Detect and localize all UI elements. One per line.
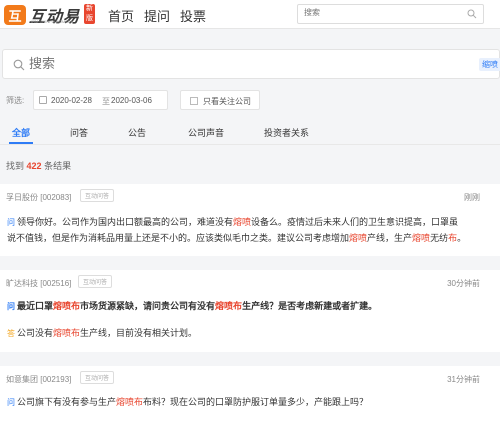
text-segment: 产线，生产 [367,233,413,243]
filter-row: 筛选: 2020-02-28 至 2020-03-06 只看关注公司 [0,89,500,111]
active-tab-indicator [9,142,33,144]
search-icon[interactable] [467,9,477,19]
search-keyword-tag[interactable]: 缩喷 [479,58,500,71]
list-item[interactable]: 旷达科技 [002516] 互动问答 30分钟前 问最近口罩熔喷布市场货源紧缺，… [0,270,500,352]
keyword-highlight: 熔喷布 [215,301,243,311]
logo-icon: 互 [4,5,26,25]
result-tabs: 全部 问答 公告 公司声音 投资者关系 [0,121,500,145]
text-segment: 。 [457,233,467,243]
card-type-tag: 互动问答 [78,275,113,288]
question-icon: 问 [7,398,15,407]
card-time: 30分钟前 [447,279,480,288]
result-count-number: 422 [26,161,42,171]
text-segment: 公司旗下有没有参与生产 [17,397,117,407]
text-segment: 无纺 [430,233,449,243]
text-segment: 说不值钱，但是作为消耗品用量上还是不小的。应该类似毛巾之类。建议公司考虑增加 [7,233,350,243]
tab-qa[interactable]: 问答 [70,126,88,139]
calendar-icon [39,96,47,104]
text-segment: 生产线？是否考虑新建或者扩建。 [242,301,378,311]
company-name[interactable]: 如意集团 [002193] [6,374,71,385]
main-search-box[interactable]: 缩喷 [2,49,500,79]
question-text[interactable]: 问公司旗下有没有参与生产熔喷布布料？现在公司的口罩防护服订单量多少，产能跟上吗？ [7,394,368,411]
top-search-input[interactable] [304,8,454,17]
date-separator: 至 [102,97,110,106]
keyword-highlight: 熔喷 [412,233,431,243]
answer-icon: 答 [7,329,15,338]
list-item[interactable]: 孚日股份 [002083] 互动问答 刚刚 问领导你好。公司作为国内出口额最高的… [0,184,500,256]
company-name[interactable]: 孚日股份 [002083] [6,192,71,203]
card-type-tag: 互动问答 [80,189,115,202]
keyword-highlight: 熔喷布 [53,328,81,338]
text-segment: 生产线，目前没有相关计划。 [80,328,198,338]
only-followed-checkbox[interactable] [190,97,198,105]
rich-a: 公司没有熔喷布生产线，目前没有相关计划。 [17,328,197,338]
date-range-picker[interactable]: 2020-02-28 至 2020-03-06 [33,90,168,110]
company-name[interactable]: 旷达科技 [002516] [6,278,71,289]
only-followed-toggle[interactable]: 只看关注公司 [180,90,260,110]
top-search-box[interactable] [297,4,484,24]
keyword-highlight: 熔喷 [233,217,252,227]
nav-ask[interactable]: 提问 [144,6,170,25]
card-type-tag: 互动问答 [80,371,115,384]
top-navbar: 互 互动易 IRM.CNINFO.COM.CN 新版 首页 提问 投票 [0,0,500,29]
text-segment: 领导你好。公司作为国内出口额最高的公司，难道没有 [17,217,234,227]
new-version-badge: 新版 [84,4,95,24]
search-icon [13,59,25,71]
only-followed-label: 只看关注公司 [203,97,251,106]
tab-all[interactable]: 全部 [12,126,30,139]
rich-q: 领导你好。公司作为国内出口额最高的公司，难道没有熔喷设备么。疫情过后未来人们的卫… [17,217,458,227]
logo-subtitle: IRM.CNINFO.COM.CN [31,19,73,24]
keyword-highlight: 布 [448,233,458,243]
question-text[interactable]: 问最近口罩熔喷布市场货源紧缺，请问贵公司有没有熔喷布生产线？是否考虑新建或者扩建… [7,298,377,315]
text-segment: 设备么。疫情过后未来人们的卫生意识提高，口罩虽 [251,217,459,227]
nav-vote[interactable]: 投票 [180,6,206,25]
card-time: 刚刚 [464,193,480,202]
question-text[interactable]: 问领导你好。公司作为国内出口额最高的公司，难道没有熔喷设备么。疫情过后未来人们的… [7,214,458,231]
filter-label: 筛选: [6,96,25,105]
rich-q: 最近口罩熔喷布市场货源紧缺，请问贵公司有没有熔喷布生产线？是否考虑新建或者扩建。 [17,301,377,311]
keyword-highlight: 熔喷布 [116,397,144,407]
text-segment: 市场货源紧缺，请问贵公司有没有 [80,301,216,311]
rich-q: 公司旗下有没有参与生产熔喷布布料？现在公司的口罩防护服订单量多少，产能跟上吗？ [17,397,368,407]
date-from: 2020-02-28 [51,96,92,105]
keyword-highlight: 熔喷 [349,233,368,243]
card-time: 31分钟前 [447,375,480,384]
logo[interactable]: 互 互动易 IRM.CNINFO.COM.CN 新版 [4,3,95,27]
main-search-input[interactable] [29,56,449,71]
tab-announcements[interactable]: 公告 [128,126,146,139]
date-to: 2020-03-06 [111,96,152,105]
tab-investor-relations[interactable]: 投资者关系 [264,126,309,139]
keyword-highlight: 熔喷布 [53,301,81,311]
tab-company-voice[interactable]: 公司声音 [188,126,224,139]
question-text-cont[interactable]: 说不值钱，但是作为消耗品用量上还是不小的。应该类似毛巾之类。建议公司考虑增加熔喷… [7,230,466,246]
question-icon: 问 [7,218,15,227]
text-segment: 最近口罩 [17,301,54,311]
text-segment: 公司没有 [17,328,54,338]
result-count: 找到 422 条结果 [6,161,72,171]
list-item[interactable]: 如意集团 [002193] 互动问答 31分钟前 问公司旗下有没有参与生产熔喷布… [0,366,500,423]
question-icon: 问 [7,302,15,311]
nav-home[interactable]: 首页 [108,6,134,25]
text-segment: 布料？现在公司的口罩防护服订单量多少，产能跟上吗？ [143,397,369,407]
answer-text[interactable]: 答公司没有熔喷布生产线，目前没有相关计划。 [7,325,197,342]
rich-q2: 说不值钱，但是作为消耗品用量上还是不小的。应该类似毛巾之类。建议公司考虑增加熔喷… [7,233,466,243]
